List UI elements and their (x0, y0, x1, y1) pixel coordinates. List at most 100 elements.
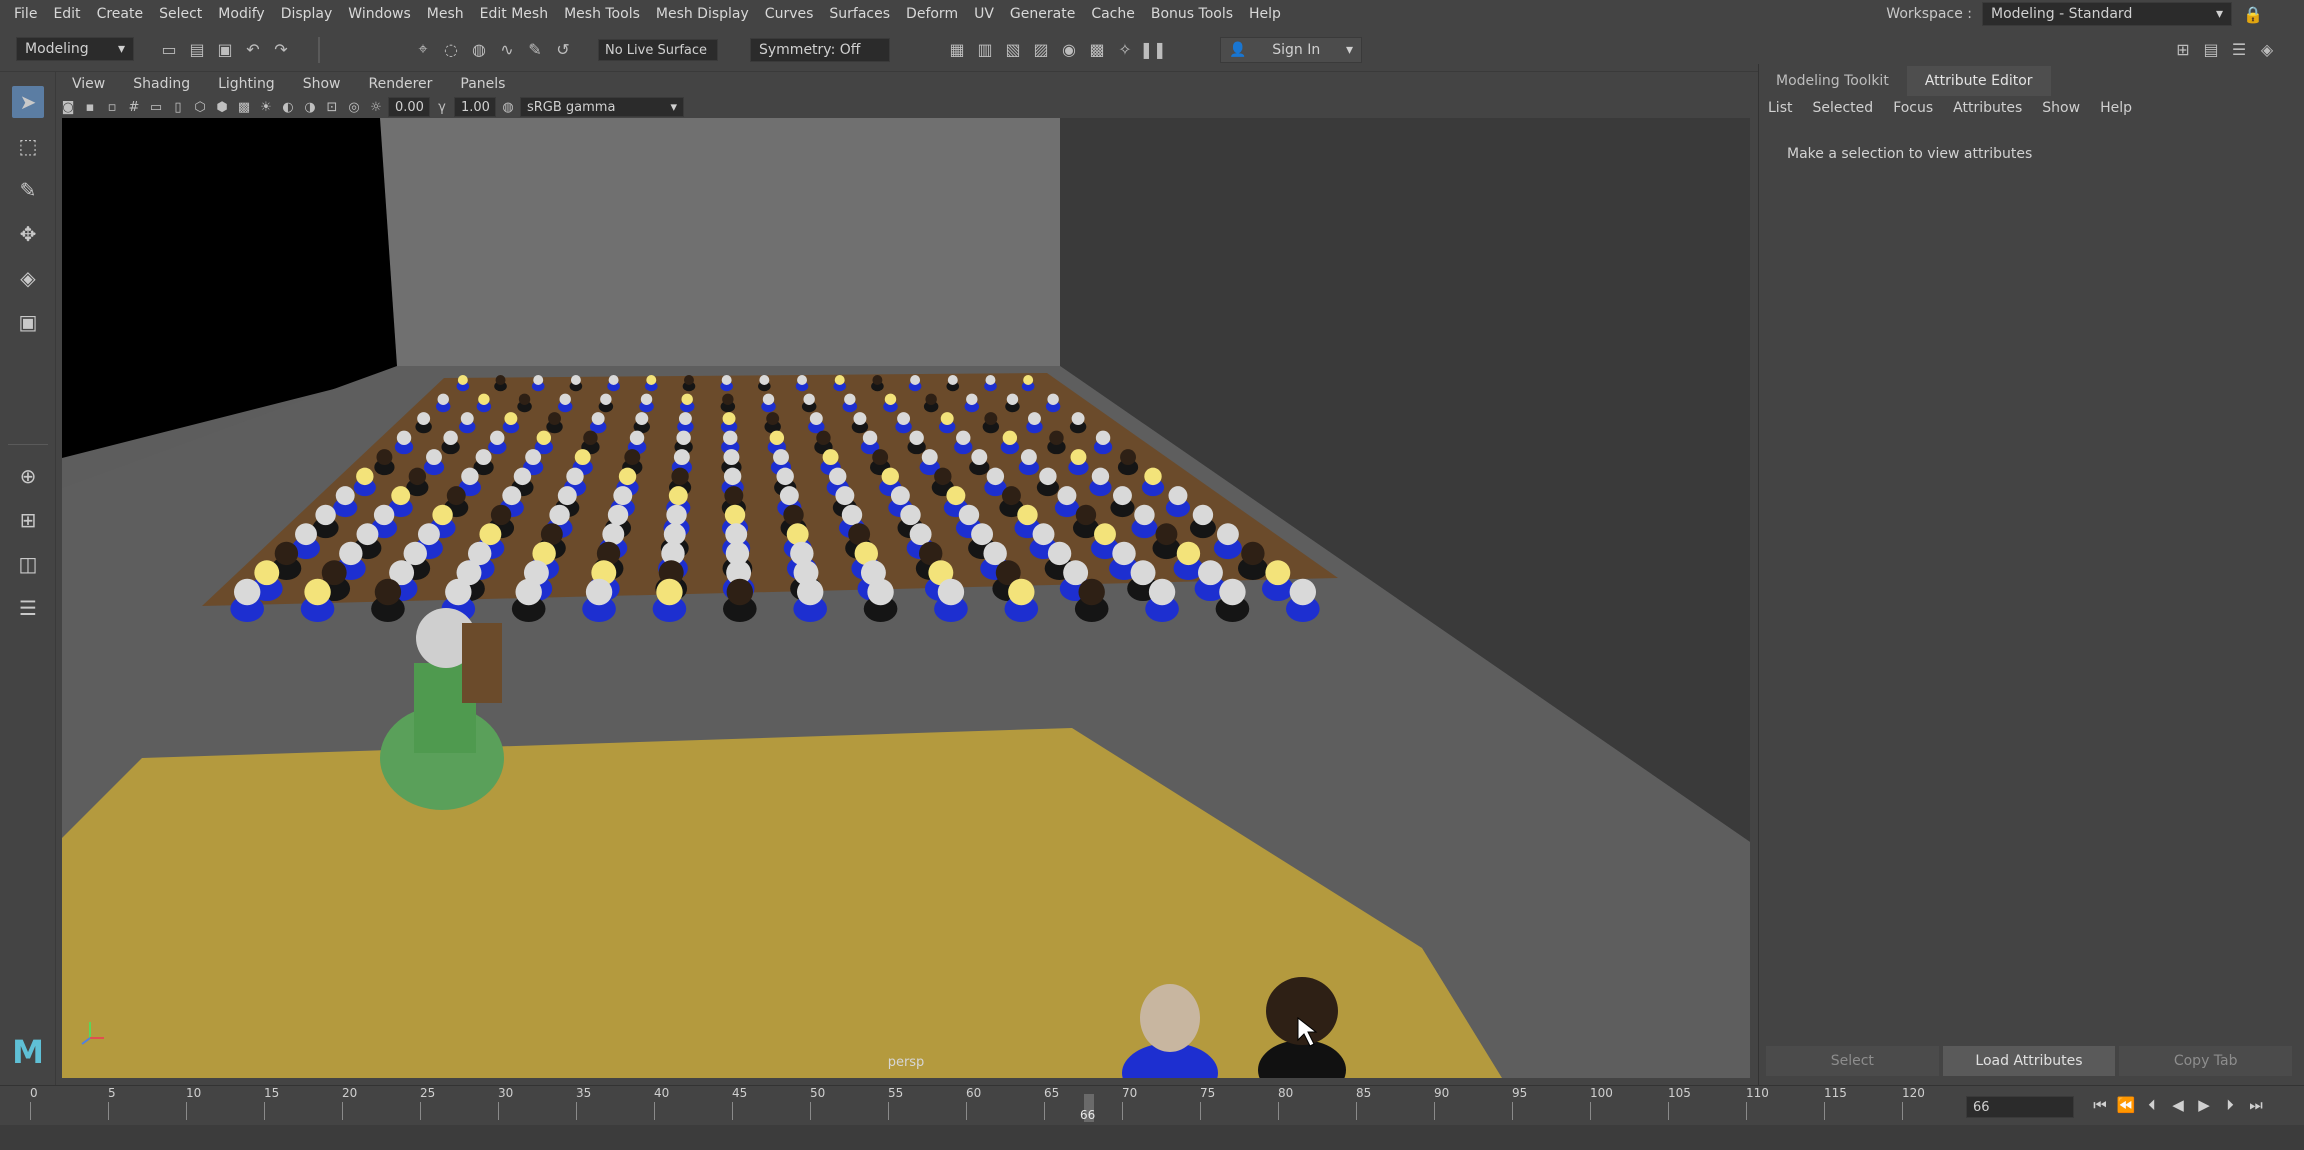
menu-file[interactable]: File (0, 0, 45, 28)
gamma-icon[interactable]: γ (432, 97, 452, 117)
redo-icon[interactable]: ↷ (270, 38, 292, 60)
exposure-field[interactable]: 0.00 (388, 97, 430, 117)
render-view-icon[interactable]: ▦ (946, 38, 968, 60)
ambient-occlusion-icon[interactable]: ◑ (300, 97, 320, 117)
live-surface-field[interactable]: No Live Surface (598, 39, 718, 61)
current-frame-field[interactable]: 66 (1966, 1096, 2074, 1118)
render-setup-icon[interactable]: ▩ (1086, 38, 1108, 60)
ae-menu-list[interactable]: List (1758, 100, 1802, 116)
panel-menu-renderer[interactable]: Renderer (354, 76, 446, 92)
four-view-layout-icon[interactable]: ⊞ (12, 504, 44, 536)
menu-surfaces[interactable]: Surfaces (821, 0, 898, 28)
select-by-component-icon[interactable]: ◍ (468, 38, 490, 60)
menu-generate[interactable]: Generate (1002, 0, 1083, 28)
grid-icon[interactable]: # (124, 97, 144, 117)
tab-attribute-editor[interactable]: Attribute Editor (1906, 66, 2051, 96)
menu-modify[interactable]: Modify (210, 0, 272, 28)
color-management-icon[interactable]: ◍ (498, 97, 518, 117)
menu-curves[interactable]: Curves (757, 0, 822, 28)
select-by-object-icon[interactable]: ◌ (440, 38, 462, 60)
ae-menu-focus[interactable]: Focus (1883, 100, 1943, 116)
go-to-start-icon[interactable]: ⏮ (2090, 1094, 2110, 1116)
load-attributes-button[interactable]: Load Attributes (1942, 1046, 2116, 1076)
menu-display[interactable]: Display (273, 0, 341, 28)
menu-edit[interactable]: Edit (45, 0, 88, 28)
menu-mesh-tools[interactable]: Mesh Tools (556, 0, 648, 28)
play-forward-icon[interactable]: ▶ (2194, 1094, 2214, 1116)
undo-icon[interactable]: ↶ (242, 38, 264, 60)
modeling-toolkit-toggle-icon[interactable]: ⊞ (2172, 38, 2194, 60)
menu-edit-mesh[interactable]: Edit Mesh (472, 0, 556, 28)
step-back-frame-icon[interactable]: ⏴ (2142, 1094, 2162, 1116)
signin-button[interactable]: 👤 Sign In ▾ (1220, 37, 1362, 63)
lock-icon[interactable]: 🔒 (2242, 3, 2264, 25)
move-tool-icon[interactable]: ✥ (12, 218, 44, 250)
lights-icon[interactable]: ☀ (256, 97, 276, 117)
color-space-dropdown[interactable]: sRGB gamma ▾ (520, 97, 684, 117)
render-settings-icon[interactable]: ▨ (1030, 38, 1052, 60)
channel-box-toggle-icon[interactable]: ◈ (2256, 38, 2278, 60)
copy-tab-button[interactable]: Copy Tab (2119, 1046, 2293, 1076)
tool-settings-toggle-icon[interactable]: ☰ (2228, 38, 2250, 60)
panel-menu-shading[interactable]: Shading (119, 76, 204, 92)
menu-mesh-display[interactable]: Mesh Display (648, 0, 757, 28)
workspace-dropdown[interactable]: Modeling - Standard ▾ (1982, 2, 2232, 26)
bookmarks-icon[interactable]: ▪ (80, 97, 100, 117)
image-plane-icon[interactable]: ▫ (102, 97, 122, 117)
attribute-editor-toggle-icon[interactable]: ▤ (2200, 38, 2222, 60)
menuset-dropdown[interactable]: Modeling ▾ (16, 37, 134, 61)
panel-menu-view[interactable]: View (58, 76, 119, 92)
select-button[interactable]: Select (1766, 1046, 1939, 1076)
ae-menu-attributes[interactable]: Attributes (1943, 100, 2032, 116)
open-scene-icon[interactable]: ▤ (186, 38, 208, 60)
3d-viewport[interactable]: persp (62, 118, 1750, 1078)
play-backward-icon[interactable]: ◀ (2168, 1094, 2188, 1116)
select-by-hierarchy-icon[interactable]: ⌖ (412, 38, 434, 60)
outliner-layout-icon[interactable]: ☰ (12, 592, 44, 624)
light-editor-icon[interactable]: ✧ (1114, 38, 1136, 60)
ipr-render-icon[interactable]: ▧ (1002, 38, 1024, 60)
range-slider[interactable] (0, 1125, 2304, 1150)
shadows-icon[interactable]: ◐ (278, 97, 298, 117)
camera-attributes-icon[interactable]: ◙ (58, 97, 78, 117)
menu-windows[interactable]: Windows (340, 0, 419, 28)
menu-select[interactable]: Select (151, 0, 210, 28)
symmetry-dropdown[interactable]: Symmetry: Off (750, 38, 890, 62)
pause-icon[interactable]: ❚❚ (1140, 38, 1167, 60)
snap-curve-icon[interactable]: ↺ (552, 38, 574, 60)
film-gate-icon[interactable]: ▭ (146, 97, 166, 117)
panel-menu-show[interactable]: Show (289, 76, 355, 92)
menu-cache[interactable]: Cache (1083, 0, 1143, 28)
ae-menu-help[interactable]: Help (2090, 100, 2142, 116)
tab-modeling-toolkit[interactable]: Modeling Toolkit (1758, 66, 1907, 96)
panel-menu-panels[interactable]: Panels (446, 76, 519, 92)
step-forward-frame-icon[interactable]: ⏵ (2220, 1094, 2240, 1116)
save-scene-icon[interactable]: ▣ (214, 38, 236, 60)
resolution-gate-icon[interactable]: ▯ (168, 97, 188, 117)
panel-menu-lighting[interactable]: Lighting (204, 76, 289, 92)
go-to-end-icon[interactable]: ⏭ (2246, 1094, 2266, 1116)
menu-mesh[interactable]: Mesh (419, 0, 472, 28)
scale-tool-icon[interactable]: ▣ (12, 306, 44, 338)
gamma-field[interactable]: 1.00 (454, 97, 496, 117)
menu-create[interactable]: Create (89, 0, 152, 28)
lasso-tool-icon[interactable]: ⬚ (12, 130, 44, 162)
menu-uv[interactable]: UV (966, 0, 1002, 28)
menu-deform[interactable]: Deform (898, 0, 966, 28)
paint-select-icon[interactable]: ✎ (524, 38, 546, 60)
isolate-select-icon[interactable]: ⊡ (322, 97, 342, 117)
rotate-tool-icon[interactable]: ◈ (12, 262, 44, 294)
single-perspective-layout-icon[interactable]: ⊕ (12, 460, 44, 492)
xray-icon[interactable]: ◎ (344, 97, 364, 117)
step-back-key-icon[interactable]: ⏪ (2116, 1094, 2136, 1116)
render-current-icon[interactable]: ▥ (974, 38, 996, 60)
paint-select-tool-icon[interactable]: ✎ (12, 174, 44, 206)
hypershade-icon[interactable]: ◉ (1058, 38, 1080, 60)
wireframe-icon[interactable]: ⬡ (190, 97, 210, 117)
new-scene-icon[interactable]: ▭ (158, 38, 180, 60)
menu-bonus-tools[interactable]: Bonus Tools (1143, 0, 1241, 28)
exposure-icon[interactable]: ☼ (366, 97, 386, 117)
smooth-shade-icon[interactable]: ⬢ (212, 97, 232, 117)
textured-icon[interactable]: ▩ (234, 97, 254, 117)
side-by-side-layout-icon[interactable]: ◫ (12, 548, 44, 580)
